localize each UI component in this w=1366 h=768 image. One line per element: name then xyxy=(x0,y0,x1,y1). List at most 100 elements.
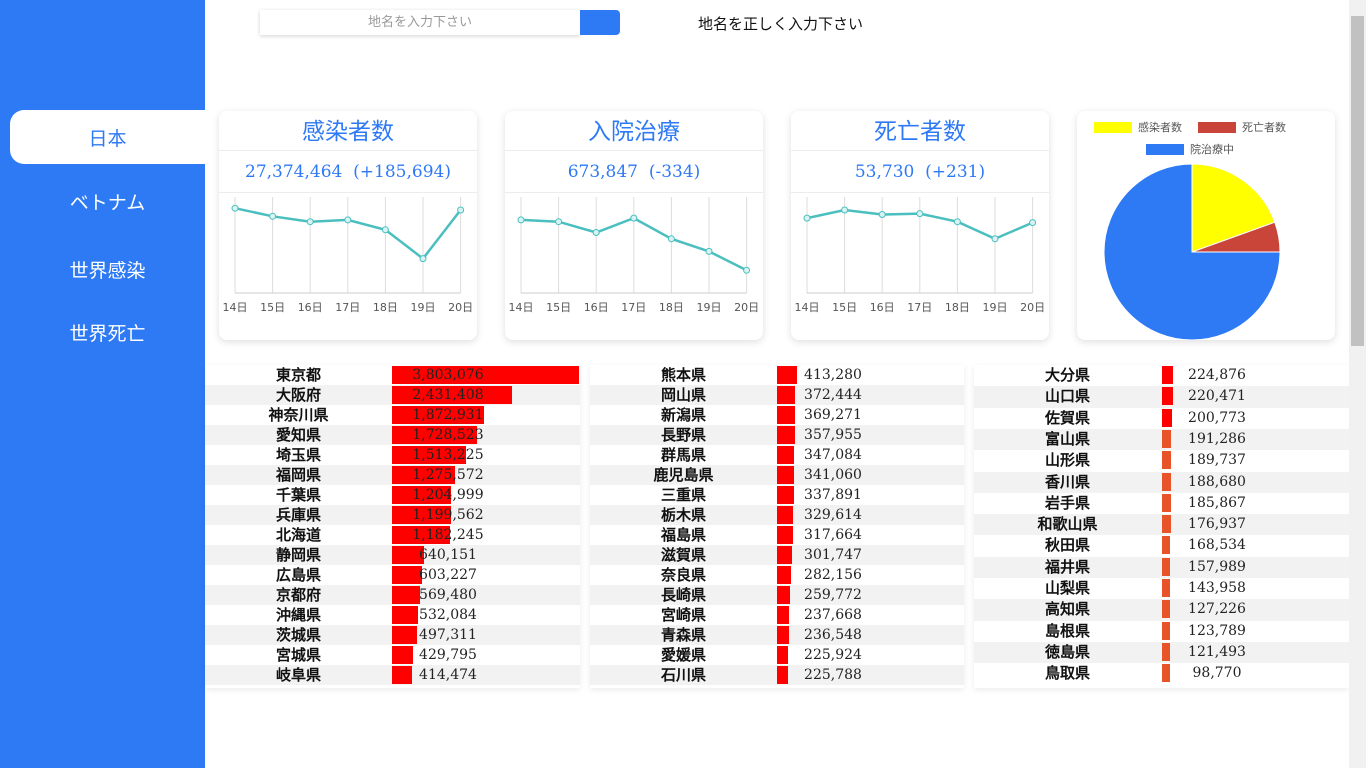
table-row[interactable]: 青森県 236,548 xyxy=(590,625,964,645)
nav-item-japan[interactable]: 日本 xyxy=(10,110,205,164)
data-point[interactable] xyxy=(419,255,427,263)
table-row[interactable]: 東京都 3,803,076 xyxy=(205,365,580,385)
table-row[interactable]: 高知県 127,226 xyxy=(974,599,1349,621)
data-point[interactable] xyxy=(1029,219,1037,227)
data-point[interactable] xyxy=(306,218,314,226)
table-row[interactable]: 福岡県 1,275,572 xyxy=(205,465,580,485)
data-point[interactable] xyxy=(517,216,525,224)
prefecture-name: 群馬県 xyxy=(660,446,706,464)
table-row[interactable]: 群馬県 347,084 xyxy=(590,445,964,465)
table-row[interactable]: 岡山県 372,444 xyxy=(590,385,964,405)
prefecture-name: 東京都 xyxy=(275,366,321,384)
prefecture-name: 佐賀県 xyxy=(1044,408,1090,427)
line-chart: 14日 15日 16日 17日 18日 19日 20日 xyxy=(795,197,1045,314)
case-count: 143,958 xyxy=(1188,580,1246,596)
table-row[interactable]: 北海道 1,182,245 xyxy=(205,525,580,545)
data-point[interactable] xyxy=(878,211,886,218)
table-row[interactable]: 滋賀県 301,747 xyxy=(590,545,964,565)
prefecture-name: 奈良県 xyxy=(660,566,706,584)
table-row[interactable]: 宮崎県 237,668 xyxy=(590,605,964,625)
scrollbar[interactable] xyxy=(1349,0,1366,768)
card-value: 53,730 (+231) xyxy=(791,161,1049,183)
case-count: 1,182,245 xyxy=(412,527,484,543)
table-row[interactable]: 岩手県 185,867 xyxy=(974,493,1349,514)
search-input[interactable] xyxy=(260,10,580,35)
data-point[interactable] xyxy=(231,204,239,212)
table-row[interactable]: 岐阜県 414,474 xyxy=(205,665,580,685)
data-point[interactable] xyxy=(991,235,999,243)
prefecture-name: 山形県 xyxy=(1044,451,1090,470)
table-row[interactable]: 茨城県 497,311 xyxy=(205,625,580,645)
table-row[interactable]: 大分県 224,876 xyxy=(974,365,1349,386)
table-row[interactable]: 長野県 357,955 xyxy=(590,425,964,445)
table-row[interactable]: 佐賀県 200,773 xyxy=(974,408,1349,429)
prefecture-name: 宮崎県 xyxy=(660,606,706,624)
table-row[interactable]: 静岡県 640,151 xyxy=(205,545,580,565)
data-point[interactable] xyxy=(743,266,751,274)
table-row[interactable]: 福島県 317,664 xyxy=(590,525,964,545)
table-row[interactable]: 島根県 123,789 xyxy=(974,621,1349,642)
table-row[interactable]: 和歌山県 176,937 xyxy=(974,514,1349,536)
table-row[interactable]: 富山県 191,286 xyxy=(974,428,1349,451)
case-count: 157,989 xyxy=(1188,558,1246,575)
case-count: 329,614 xyxy=(804,507,862,523)
case-count: 1,728,523 xyxy=(412,427,484,443)
case-count: 224,876 xyxy=(1188,367,1246,383)
table-row[interactable]: 福井県 157,989 xyxy=(974,556,1349,578)
table-row[interactable]: 奈良県 282,156 xyxy=(590,565,964,585)
data-point[interactable] xyxy=(916,210,924,218)
data-point[interactable] xyxy=(667,235,675,243)
table-row[interactable]: 三重県 337,891 xyxy=(590,485,964,505)
table-row[interactable]: 愛知県 1,728,523 xyxy=(205,425,580,445)
table-row[interactable]: 熊本県 413,280 xyxy=(590,365,964,385)
table-row[interactable]: 新潟県 369,271 xyxy=(590,405,964,425)
data-point[interactable] xyxy=(705,247,713,255)
data-point[interactable] xyxy=(841,206,849,214)
table-row[interactable]: 鹿児島県 341,060 xyxy=(590,465,964,485)
x-tick-label: 14日 xyxy=(223,301,248,314)
case-count: 220,471 xyxy=(1188,388,1246,405)
table-row[interactable]: 徳島県 121,493 xyxy=(974,641,1349,664)
scrollbar-thumb[interactable] xyxy=(1351,16,1364,346)
data-point[interactable] xyxy=(953,218,961,226)
data-point[interactable] xyxy=(592,229,600,236)
table-row[interactable]: 秋田県 168,534 xyxy=(974,535,1349,556)
prefecture-name: 鳥取県 xyxy=(1044,664,1090,683)
table-row[interactable]: 埼玉県 1,513,225 xyxy=(205,445,580,465)
table-row[interactable]: 長崎県 259,772 xyxy=(590,585,964,605)
case-count: 414,474 xyxy=(419,667,477,683)
table-row[interactable]: 山形県 189,737 xyxy=(974,450,1349,471)
table-row[interactable]: 兵庫県 1,199,562 xyxy=(205,505,580,525)
table-row[interactable]: 香川県 188,680 xyxy=(974,471,1349,493)
data-point[interactable] xyxy=(381,226,389,234)
data-point[interactable] xyxy=(555,218,563,226)
table-row[interactable]: 京都府 569,480 xyxy=(205,585,580,605)
search-button[interactable] xyxy=(580,10,620,35)
data-point[interactable] xyxy=(803,214,811,222)
data-point[interactable] xyxy=(269,212,277,220)
data-point[interactable] xyxy=(630,214,638,222)
table-row[interactable]: 大阪府 2,431,408 xyxy=(205,385,580,405)
table-row[interactable]: 神奈川県 1,872,931 xyxy=(205,405,580,425)
stat-card: 死亡者数 53,730 (+231) 14日 15日 16日 17日 18日 19日 20日 xyxy=(791,111,1049,340)
data-point[interactable] xyxy=(344,216,352,224)
table-row[interactable]: 鳥取県 98,770 xyxy=(974,663,1349,684)
table-row[interactable]: 広島県 603,227 xyxy=(205,565,580,585)
nav-item-world-infections[interactable]: 世界感染 xyxy=(10,242,205,296)
x-tick-label: 18日 xyxy=(659,301,684,314)
table-row[interactable]: 沖縄県 532,084 xyxy=(205,605,580,625)
table-row[interactable]: 山梨県 143,958 xyxy=(974,578,1349,599)
table-row[interactable]: 石川県 225,788 xyxy=(590,665,964,685)
nav-item-vietnam[interactable]: ベトナム xyxy=(10,174,205,228)
table-row[interactable]: 宮城県 429,795 xyxy=(205,645,580,665)
table-row[interactable]: 山口県 220,471 xyxy=(974,386,1349,408)
table-row[interactable]: 愛媛県 225,924 xyxy=(590,645,964,665)
table-row[interactable]: 千葉県 1,204,999 xyxy=(205,485,580,505)
data-point[interactable] xyxy=(457,206,465,214)
prefecture-name: 高知県 xyxy=(1044,600,1090,619)
table-row[interactable]: 栃木県 329,614 xyxy=(590,505,964,525)
x-tick-label: 19日 xyxy=(983,301,1008,314)
nav-item-world-deaths[interactable]: 世界死亡 xyxy=(10,305,205,359)
x-tick-label: 19日 xyxy=(697,301,722,314)
x-tick-label: 20日 xyxy=(1020,301,1045,314)
